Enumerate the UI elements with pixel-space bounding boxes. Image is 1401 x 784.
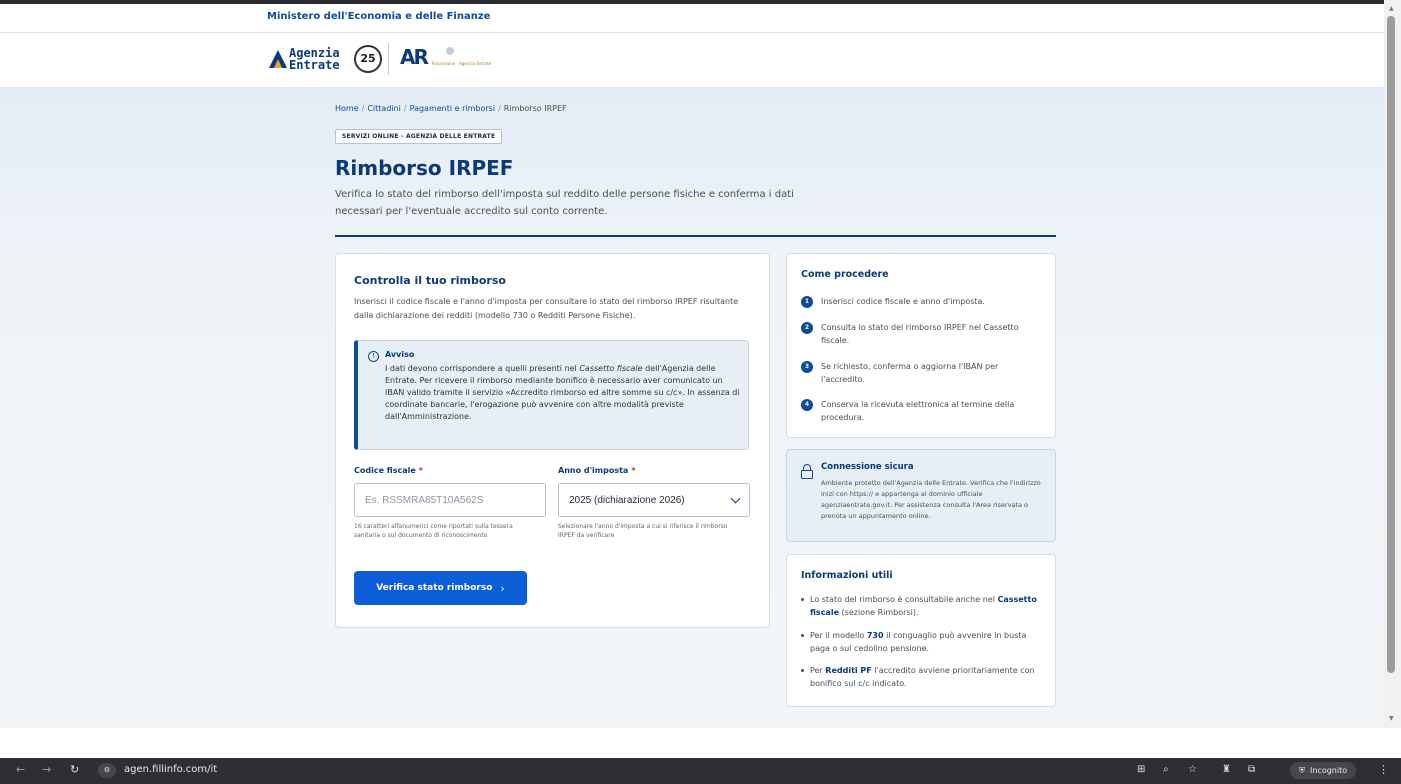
form-title: Controlla il tuo rimborso [354,274,506,287]
incognito-icon: ⛨ [1299,765,1305,775]
info-item: Per Redditi PF l'accredito avviene prior… [801,664,1041,690]
codice-fiscale-input[interactable] [354,483,546,517]
breadcrumb-home[interactable]: Home [335,104,359,113]
codice-fiscale-label: Codice fiscale * [354,466,423,475]
refund-check-card: Controlla il tuo rimborso Inserisci il c… [335,253,770,628]
agenzia-entrate-wordmark: Agenzia Entrate [289,46,340,72]
anno-imposta-value: 2025 (dichiarazione 2026) [569,494,685,506]
anno-imposta-hint: Selezionare l'anno d'imposta a cui si ri… [558,523,728,539]
secure-connection-card: Connessione sicura Ambiente protetto del… [786,449,1056,542]
agenzia-entrate-logo-mark [269,50,287,68]
info-title: Informazioni utili [801,570,893,581]
form-intro: Inserisci il codice fiscale e l'anno d'i… [354,297,739,320]
incognito-label: Incognito [1310,766,1348,775]
riscossione-emblem-icon [446,47,454,55]
lock-icon [801,464,813,479]
step-number: 2 [801,322,813,334]
useful-info-card: Informazioni utili Lo stato del rimborso… [786,554,1056,707]
info-text: Lo stato del rimborso è consultabile anc… [810,595,1037,617]
secure-title: Connessione sicura [821,462,914,472]
scroll-up-icon[interactable]: ▲ [1389,5,1394,12]
riscossione-subtitle: Riscossione · Agenzia Entrate [432,61,492,66]
page-subtitle: Verifica lo stato del rimborso dell'impo… [335,189,794,217]
notice-title: Avviso [385,350,415,359]
verify-refund-label: Verifica stato rimborso [376,583,493,593]
step-item: 4 Conserva la ricevuta elettronica al te… [801,398,1041,424]
cassetto-fiscale-emphasis: Cassetto fiscale [579,364,643,373]
secure-body: Ambiente protetto dell'Agenzia delle Ent… [821,479,1041,520]
agenzia-entrate-logo[interactable]: Agenzia Entrate [267,43,340,75]
service-chip: SERVIZI ONLINE - AGENZIA DELLE ENTRATE [335,129,503,144]
breadcrumb-cittadini[interactable]: Cittadini [367,104,401,113]
logo-bar: Agenzia Entrate 25 AR Riscossione · Agen… [0,33,1384,88]
browser-toolbar: ← → ↻ ⚙ agen.fillinfo.com/it ⊞ ⌕ ☆ ♜ ⧉ ⛨… [0,758,1401,784]
page-title: Rimborso IRPEF [335,156,514,180]
bullet-icon [801,634,804,637]
anniversary-badge: 25 [354,45,382,73]
logo-divider [388,43,389,75]
verify-refund-button[interactable]: Verifica stato rimborso › [354,571,527,605]
steps-title: Come procedere [801,269,889,280]
forward-icon[interactable]: → [42,763,51,776]
step-item: 3 Se richiesto, conferma o aggiorna l'IB… [801,360,1041,386]
address-bar[interactable]: agen.fillinfo.com/it [124,764,217,775]
step-text: Conserva la ricevuta elettronica al term… [821,400,1015,422]
notice-box: ! Avviso I dati devono corrispondere a q… [354,340,749,450]
breadcrumb-current: Rimborso IRPEF [503,104,567,113]
step-number: 4 [801,399,813,411]
step-text: Consulta lo stato del rimborso IRPEF nel… [821,323,1019,345]
bookmark-star-icon[interactable]: ☆ [1188,764,1197,775]
step-text: Inserisci codice fiscale e anno d'impost… [821,297,985,306]
breadcrumb-separator: / [498,104,501,113]
site-info-icon[interactable]: ⚙ [98,763,116,778]
info-item: Per il modello 730 il conguaglio può avv… [801,629,1041,655]
breadcrumb-separator: / [361,104,365,113]
codice-fiscale-hint: 16 caratteri alfanumerici come riportati… [354,523,513,539]
required-marker: * [418,466,423,475]
bullet-icon [801,598,804,601]
step-number: 1 [801,296,813,308]
puzzle-icon[interactable]: ⧉ [1248,764,1255,775]
info-item: Lo stato del rimborso è consultabile anc… [801,593,1041,619]
breadcrumb: Home / Cittadini / Pagamenti e rimborsi / Rimb… [335,104,567,113]
back-icon[interactable]: ← [16,763,25,776]
incognito-badge[interactable]: ⛨ Incognito [1290,762,1357,779]
translate-icon[interactable]: ⊞ [1137,764,1145,775]
ministry-link[interactable]: Ministero dell'Economia e delle Finanze [267,11,490,22]
step-item: 2 Consulta lo stato del rimborso IRPEF n… [801,321,1041,347]
info-icon: ! [368,351,379,362]
required-marker: * [631,466,636,475]
info-text: Per Redditi PF l'accredito avviene prior… [810,666,1035,688]
chevron-down-icon [730,493,741,504]
title-divider [335,235,1056,237]
reload-icon[interactable]: ↻ [70,763,79,776]
breadcrumb-pagamenti[interactable]: Pagamenti e rimborsi [410,104,495,113]
menu-icon[interactable]: ⋮ [1378,763,1389,776]
step-item: 1 Inserisci codice fiscale e anno d'impo… [801,295,1041,308]
scrollbar-thumb[interactable] [1387,16,1395,673]
zoom-icon[interactable]: ⌕ [1163,764,1169,775]
breadcrumb-separator: / [403,104,407,113]
chevron-right-icon: › [500,581,505,595]
anno-imposta-label: Anno d'imposta * [558,466,636,475]
page-bottom [0,728,1401,758]
ministry-bar: Ministero dell'Economia e delle Finanze [0,4,1384,33]
info-text: Per il modello 730 il conguaglio può avv… [810,631,1027,653]
step-number: 3 [801,361,813,373]
bullet-icon [801,669,804,672]
anno-imposta-select[interactable]: 2025 (dichiarazione 2026) [558,483,750,517]
extension-icon[interactable]: ♜ [1222,764,1231,775]
riscossione-logo[interactable]: AR [400,45,429,69]
step-text: Se richiesto, conferma o aggiorna l'IBAN… [821,362,999,384]
notice-body: I dati devono corrispondere a quelli pre… [385,364,740,421]
steps-card: Come procedere 1 Inserisci codice fiscal… [786,253,1056,438]
scroll-down-icon[interactable]: ▼ [1389,715,1394,722]
